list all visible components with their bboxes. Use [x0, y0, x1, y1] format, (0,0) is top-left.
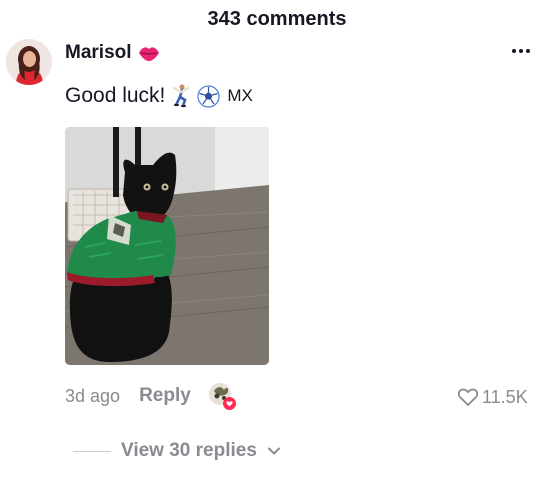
view-replies-button[interactable]: View 30 replies: [73, 438, 281, 464]
comments-count-header: 343 comments: [207, 8, 347, 30]
avatar[interactable]: [6, 39, 52, 85]
creator-liked-badge[interactable]: [208, 382, 236, 410]
country-text: MX: [227, 86, 253, 105]
soccer-ball-icon: [197, 84, 220, 108]
heart-outline-icon: [457, 388, 479, 406]
comment-text-body: Good luck!: [65, 84, 166, 107]
red-heart-badge-icon: [222, 397, 236, 410]
comment-text: Good luck! MX: [65, 84, 253, 108]
reply-button[interactable]: Reply: [139, 385, 191, 407]
view-replies-label: View 30 replies: [121, 440, 257, 461]
comment-meta-row: 3d ago Reply: [65, 382, 236, 410]
more-options-button[interactable]: [506, 38, 536, 64]
comment-author[interactable]: Marisol: [65, 42, 160, 64]
dancing-man-icon: [173, 84, 190, 108]
avatar-image: [6, 39, 52, 85]
replies-divider-line: [73, 450, 111, 452]
kiss-lips-icon: [138, 47, 159, 61]
more-dots-icon: [512, 49, 530, 53]
black-cat-in-mexico-jersey-photo: [65, 127, 269, 365]
chevron-down-icon: [267, 447, 280, 455]
comment-photo[interactable]: [65, 127, 269, 365]
username-text: Marisol: [65, 42, 132, 63]
like-button[interactable]: 11.5K: [457, 384, 528, 410]
comment-time: 3d ago: [65, 385, 121, 406]
like-count: 11.5K: [482, 386, 528, 407]
